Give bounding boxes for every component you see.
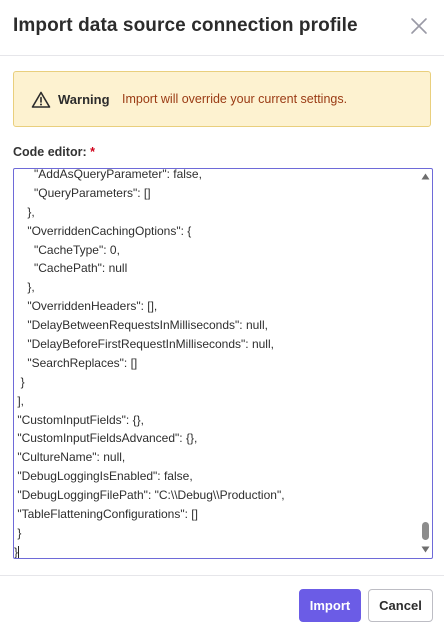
- code-line: "OverriddenCachingOptions": {: [14, 222, 285, 241]
- code-line: }: [14, 524, 285, 543]
- cancel-button[interactable]: Cancel: [368, 589, 433, 622]
- close-button[interactable]: [408, 15, 430, 37]
- code-line: }: [14, 543, 285, 558]
- code-line-text: }: [14, 374, 25, 389]
- code-line: ],: [14, 392, 285, 411]
- code-line: },: [14, 203, 285, 222]
- code-line: "DebugLoggingIsEnabled": false,: [14, 467, 285, 486]
- code-line-text: "AddAsQueryParameter": false,: [14, 169, 202, 181]
- code-line-text: "DelayBeforeFirstRequestInMilliseconds":…: [14, 337, 274, 352]
- import-profile-dialog: Import data source connection profile Wa…: [0, 0, 444, 629]
- code-line-text: ],: [14, 393, 25, 408]
- dialog-header: Import data source connection profile: [0, 0, 444, 56]
- import-button[interactable]: Import: [299, 589, 361, 622]
- code-editor-content[interactable]: "AddAsQueryParameter": false, "QueryPara…: [14, 169, 419, 558]
- code-editor-label-text: Code editor:: [13, 145, 87, 159]
- warning-banner: Warning Import will override your curren…: [13, 71, 431, 127]
- code-line-text: "CachePath": null: [14, 261, 128, 276]
- warning-message: Import will override your current settin…: [122, 92, 348, 106]
- code-line: "CustomInputFieldsAdvanced": {},: [14, 429, 285, 448]
- code-line-text: "QueryParameters": []: [14, 185, 151, 200]
- code-editor-label: Code editor: *: [13, 145, 95, 159]
- code-line: "QueryParameters": []: [14, 184, 285, 203]
- code-line: "OverriddenHeaders": [],: [14, 297, 285, 316]
- scroll-thumb[interactable]: [422, 522, 429, 540]
- code-line: "AddAsQueryParameter": false,: [14, 169, 285, 184]
- code-editor-scrollbar[interactable]: [419, 169, 432, 558]
- warning-title: Warning: [58, 92, 110, 107]
- code-line: }: [14, 373, 285, 392]
- code-line: "CustomInputFields": {},: [14, 411, 285, 430]
- code-editor[interactable]: "AddAsQueryParameter": false, "QueryPara…: [13, 168, 433, 559]
- code-line-text: "CustomInputFields": {},: [14, 412, 144, 427]
- code-line: "DelayBetweenRequestsInMilliseconds": nu…: [14, 316, 285, 335]
- code-line: "DebugLoggingFilePath": "C:\\Debug\\Prod…: [14, 486, 285, 505]
- warning-triangle-icon: [31, 91, 51, 108]
- code-line: },: [14, 278, 285, 297]
- scroll-up-arrow-icon[interactable]: [421, 172, 430, 181]
- code-line-text: "DebugLoggingFilePath": "C:\\Debug\\Prod…: [14, 488, 285, 503]
- code-line-text: "DebugLoggingIsEnabled": false,: [14, 469, 193, 484]
- code-line-text: },: [14, 204, 35, 219]
- code-line-text: },: [14, 280, 35, 295]
- code-line-text: "CustomInputFieldsAdvanced": {},: [14, 431, 198, 446]
- code-line: "CultureName": null,: [14, 448, 285, 467]
- code-line-text: "TableFlatteningConfigurations": []: [14, 507, 198, 522]
- code-line-text: "CultureName": null,: [14, 450, 126, 465]
- close-icon: [411, 18, 427, 34]
- code-line-text: "OverriddenCachingOptions": {: [14, 223, 192, 238]
- code-line: "TableFlatteningConfigurations": []: [14, 505, 285, 524]
- code-line-text: "SearchReplaces": []: [14, 355, 138, 370]
- required-marker: *: [90, 145, 95, 159]
- code-lines: "AddAsQueryParameter": false, "QueryPara…: [14, 169, 285, 558]
- code-line-text: "CacheType": 0,: [14, 242, 120, 257]
- code-line-text: }: [14, 525, 22, 540]
- dialog-title: Import data source connection profile: [13, 15, 358, 36]
- code-line-text: "OverriddenHeaders": [],: [14, 299, 158, 314]
- code-line: "DelayBeforeFirstRequestInMilliseconds":…: [14, 335, 285, 354]
- code-line-text: "DelayBetweenRequestsInMilliseconds": nu…: [14, 318, 268, 333]
- dialog-footer: Import Cancel: [0, 575, 444, 629]
- code-line: "CacheType": 0,: [14, 241, 285, 260]
- text-cursor: [18, 545, 20, 558]
- code-line: "SearchReplaces": []: [14, 354, 285, 373]
- scroll-down-arrow-icon[interactable]: [421, 545, 430, 554]
- code-line: "CachePath": null: [14, 259, 285, 278]
